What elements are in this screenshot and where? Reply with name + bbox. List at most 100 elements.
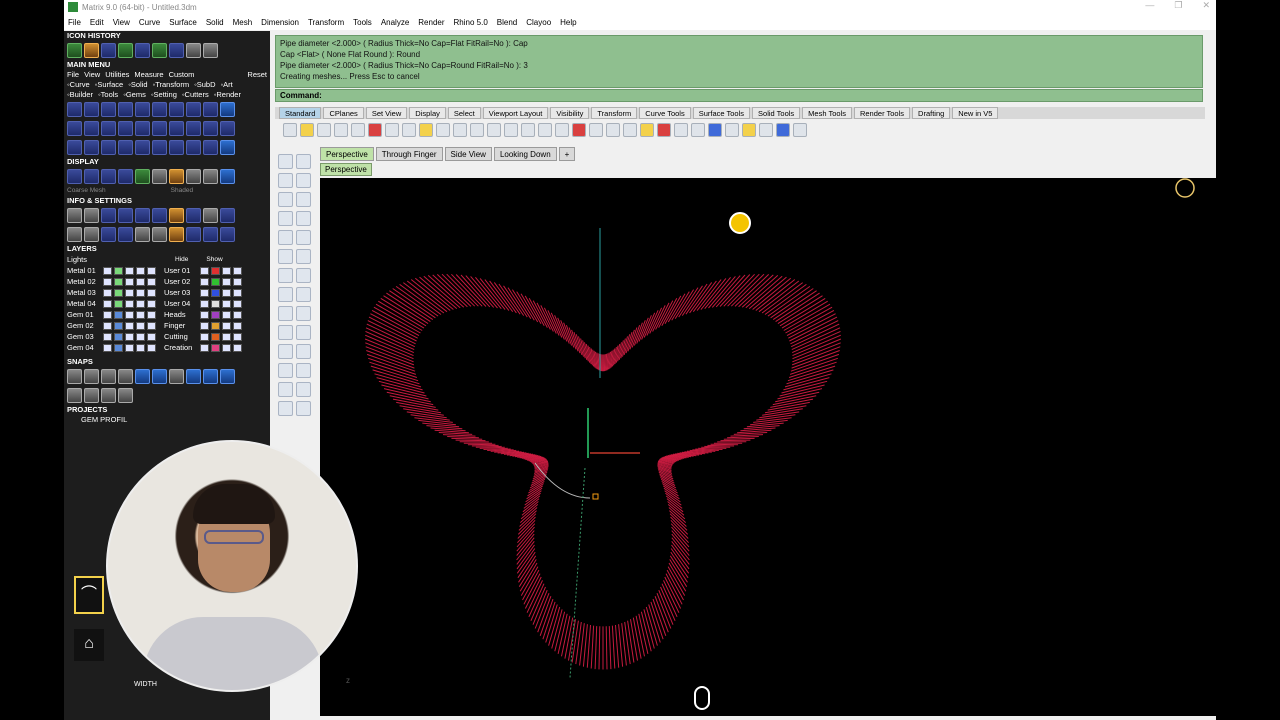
- layer-toggle-icon[interactable]: [103, 277, 112, 286]
- layer-color-swatch[interactable]: [114, 288, 123, 297]
- line-icon[interactable]: [84, 140, 99, 155]
- snap-mid-icon[interactable]: [118, 369, 133, 384]
- layer-toggle-icon[interactable]: [103, 343, 112, 352]
- snap-point-icon[interactable]: [101, 369, 116, 384]
- grid-icon[interactable]: [118, 208, 133, 223]
- bezel-icon[interactable]: [101, 102, 116, 117]
- text-tool-icon[interactable]: [296, 382, 311, 397]
- gem-tool-icon[interactable]: [118, 43, 133, 58]
- category-render[interactable]: ◦Render: [214, 90, 241, 100]
- tab-viewport-layout[interactable]: Viewport Layout: [482, 107, 549, 119]
- picture-icon[interactable]: [169, 227, 184, 242]
- array-icon[interactable]: [186, 140, 201, 155]
- layer-toggle-icon[interactable]: [222, 277, 231, 286]
- snap-knot-icon[interactable]: [220, 369, 235, 384]
- note-icon[interactable]: [152, 227, 167, 242]
- layer-icon[interactable]: [657, 123, 671, 137]
- layer-toggle-icon[interactable]: [125, 321, 134, 330]
- mesh-tool-icon[interactable]: [278, 287, 293, 302]
- ring-preview-icon[interactable]: [1175, 178, 1195, 198]
- close-button[interactable]: ✕: [1202, 0, 1210, 11]
- control-point[interactable]: [592, 493, 599, 500]
- tab-new-in-v5[interactable]: New in V5: [952, 107, 999, 119]
- layer-toggle-icon[interactable]: [200, 321, 209, 330]
- print-icon[interactable]: [220, 208, 235, 223]
- weight-icon[interactable]: [152, 208, 167, 223]
- layer-color-swatch[interactable]: [211, 288, 220, 297]
- layer-toggle-icon[interactable]: [233, 343, 242, 352]
- pipe-tool-icon[interactable]: [135, 43, 150, 58]
- layer-toggle-icon[interactable]: [125, 277, 134, 286]
- layer-toggle-icon[interactable]: [103, 332, 112, 341]
- viewport-tab-side-view[interactable]: Side View: [444, 147, 492, 161]
- prong-icon[interactable]: [118, 102, 133, 117]
- shaded-label[interactable]: Shaded: [171, 186, 193, 196]
- layer-toggle-icon[interactable]: [136, 343, 145, 352]
- more-icon[interactable]: [793, 123, 807, 137]
- layer-name[interactable]: Gem 02: [67, 321, 103, 330]
- layer-name[interactable]: Gem 01: [67, 310, 103, 319]
- layer-toggle-icon[interactable]: [233, 299, 242, 308]
- gem-icon[interactable]: [67, 102, 82, 117]
- zoom-selected-icon[interactable]: [521, 123, 535, 137]
- viewport-tab-looking-down[interactable]: Looking Down: [493, 147, 557, 161]
- settings-icon[interactable]: [67, 208, 82, 223]
- tab-curve-tools[interactable]: Curve Tools: [639, 107, 691, 119]
- layer-toggle-icon[interactable]: [103, 310, 112, 319]
- help-icon[interactable]: [776, 123, 790, 137]
- layer-toggle-icon[interactable]: [136, 277, 145, 286]
- tab-solid-tools[interactable]: Solid Tools: [752, 107, 801, 119]
- layer-row[interactable]: Metal 03 User 03: [64, 287, 270, 298]
- lock-icon[interactable]: [640, 123, 654, 137]
- properties-icon[interactable]: [101, 208, 116, 223]
- trim-tool-icon[interactable]: [278, 325, 293, 340]
- layer-toggle-icon[interactable]: [136, 321, 145, 330]
- menu-rhino5[interactable]: Rhino 5.0: [454, 18, 488, 27]
- layer-color-swatch[interactable]: [211, 310, 220, 319]
- snap-end-icon[interactable]: [67, 369, 82, 384]
- box-icon[interactable]: [67, 121, 82, 136]
- camera-icon[interactable]: [220, 227, 235, 242]
- rectangle-tool-icon[interactable]: [296, 211, 311, 226]
- ellipse-tool-icon[interactable]: [278, 211, 293, 226]
- command-input[interactable]: [324, 90, 1202, 101]
- paste-icon[interactable]: [402, 123, 416, 137]
- white-ball-icon[interactable]: [203, 169, 218, 184]
- hide-label[interactable]: Hide: [175, 256, 188, 263]
- page-icon[interactable]: [135, 227, 150, 242]
- profile-thumbnail[interactable]: ⌂: [74, 629, 104, 661]
- menu-render[interactable]: Render: [418, 18, 444, 27]
- snap-tan-icon[interactable]: [186, 369, 201, 384]
- rotate-view-icon[interactable]: [453, 123, 467, 137]
- channel-icon[interactable]: [169, 102, 184, 117]
- minimize-button[interactable]: —: [1145, 0, 1154, 11]
- layer-color-swatch[interactable]: [211, 343, 220, 352]
- layer-toggle-icon[interactable]: [125, 343, 134, 352]
- category-tools[interactable]: ◦Tools: [98, 90, 118, 100]
- sphere-tool-icon[interactable]: [296, 249, 311, 264]
- rendered-icon[interactable]: [101, 169, 116, 184]
- copy-icon[interactable]: [385, 123, 399, 137]
- menu-transform[interactable]: Transform: [308, 18, 344, 27]
- layer-toggle-icon[interactable]: [103, 266, 112, 275]
- polyline-icon[interactable]: [101, 140, 116, 155]
- polyline-tool-icon[interactable]: [296, 173, 311, 188]
- flow-icon[interactable]: [203, 140, 218, 155]
- layer-toggle-icon[interactable]: [125, 332, 134, 341]
- layer-toggle-icon[interactable]: [136, 266, 145, 275]
- cplane-icon[interactable]: [572, 123, 586, 137]
- properties-icon[interactable]: [351, 123, 365, 137]
- sweep-icon[interactable]: [203, 121, 218, 136]
- layer-name[interactable]: User 01: [164, 266, 200, 275]
- layer-row[interactable]: Gem 02 Finger: [64, 320, 270, 331]
- shank-icon[interactable]: [186, 102, 201, 117]
- zoom-extents-icon[interactable]: [504, 123, 518, 137]
- solid-tool-icon[interactable]: [296, 268, 311, 283]
- freeform-tool-icon[interactable]: [296, 230, 311, 245]
- menu-blend[interactable]: Blend: [497, 18, 517, 27]
- layer-color-swatch[interactable]: [114, 277, 123, 286]
- tab-set-view[interactable]: Set View: [365, 107, 408, 119]
- layer-toggle-icon[interactable]: [233, 266, 242, 275]
- layer-color-swatch[interactable]: [114, 310, 123, 319]
- layer-name[interactable]: User 03: [164, 288, 200, 297]
